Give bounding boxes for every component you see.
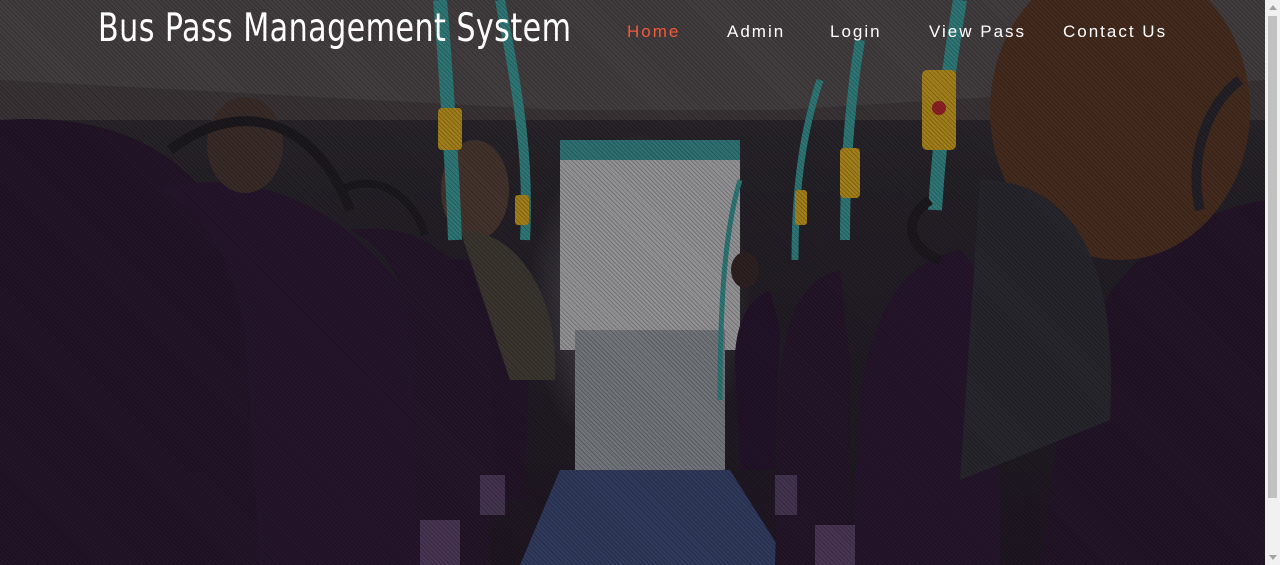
scroll-up-arrow-icon[interactable] bbox=[1269, 5, 1277, 10]
page-scrollbar[interactable] bbox=[1265, 0, 1280, 565]
nav-item-login[interactable]: Login bbox=[830, 22, 882, 42]
nav-item-view-pass[interactable]: View Pass bbox=[929, 22, 1026, 42]
nav-item-home[interactable]: Home bbox=[627, 22, 680, 42]
nav-item-contact-us[interactable]: Contact Us bbox=[1063, 22, 1167, 42]
site-header: Bus Pass Management System Home Admin Lo… bbox=[0, 0, 1265, 70]
scrollbar-thumb[interactable] bbox=[1268, 16, 1277, 498]
nav-item-admin[interactable]: Admin bbox=[727, 22, 785, 42]
hero-overlay bbox=[0, 0, 1265, 565]
main-nav: Home Admin Login View Pass Contact Us bbox=[0, 22, 1265, 48]
hero-background bbox=[0, 0, 1265, 565]
scroll-down-arrow-icon[interactable] bbox=[1269, 555, 1277, 560]
